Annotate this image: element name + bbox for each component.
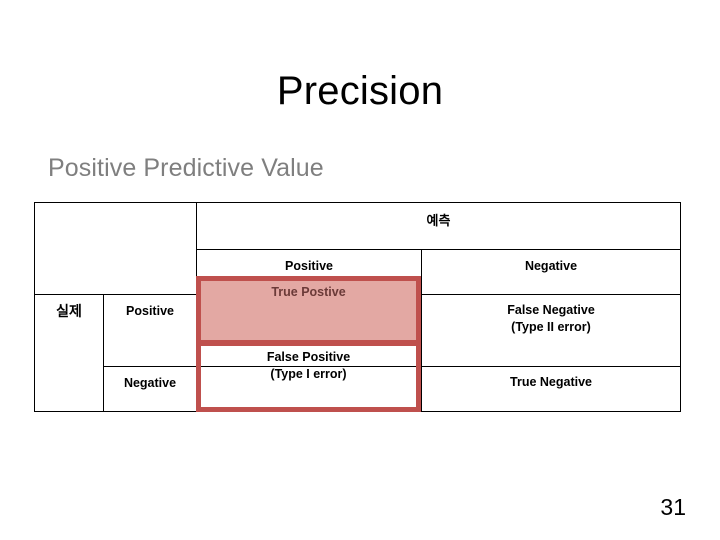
row-header-actual-negative-label: Negative <box>123 376 177 391</box>
cell-false-negative-line2: (Type II error) <box>511 319 591 334</box>
cell-false-negative: False Negative (Type II error) <box>420 293 682 368</box>
row-header-actual-negative: Negative <box>103 366 197 412</box>
row-header-actual-positive: Positive <box>103 293 197 368</box>
table-row-actual-negative: Negative False Positive True Negative <box>35 366 682 412</box>
actual-axis-header: 실제 <box>34 293 104 413</box>
cell-false-positive: False Positive <box>196 366 422 412</box>
page-number: 31 <box>660 494 686 520</box>
column-header-predicted-negative: Negative <box>420 248 682 295</box>
actual-axis-label: 실제 <box>56 302 82 319</box>
confusion-matrix-table: 예측 Positive Negative 실제 Positive False N… <box>34 202 682 413</box>
column-header-predicted-negative-label: Negative <box>524 258 578 273</box>
cell-true-negative: True Negative <box>420 366 682 412</box>
cell-true-positive-text: True Postive <box>197 295 421 319</box>
matrix-corner-blank <box>34 202 197 295</box>
cell-false-negative-line1: False Negative <box>507 302 595 317</box>
row-header-actual-positive-label: Positive <box>126 303 174 318</box>
page-title: Precision <box>276 69 444 113</box>
predicted-axis-header: 예측 <box>195 202 682 250</box>
cell-true-positive: True Postive <box>196 293 422 368</box>
column-header-predicted-positive-label: Positive <box>285 258 333 273</box>
table-row-predicted-header: 예측 <box>34 202 682 295</box>
column-header-predicted-positive: Positive <box>196 248 422 295</box>
confusion-matrix: 예측 Positive Negative 실제 Positive False N… <box>34 202 682 413</box>
cell-false-positive-text: False Positive <box>197 367 421 391</box>
cell-true-negative-line1: True Negative <box>510 375 592 390</box>
table-row-actual-positive: 실제 Positive True Postive False Negative … <box>34 293 682 413</box>
slide-canvas: Precision Positive Predictive Value 예측 P… <box>0 0 720 540</box>
predicted-axis-label: 예측 <box>426 213 451 228</box>
slide-subtitle: Positive Predictive Value <box>48 154 324 182</box>
cell-false-negative-text: False Negative (Type II error) <box>422 295 680 336</box>
cell-true-negative-text: True Negative <box>422 367 680 391</box>
